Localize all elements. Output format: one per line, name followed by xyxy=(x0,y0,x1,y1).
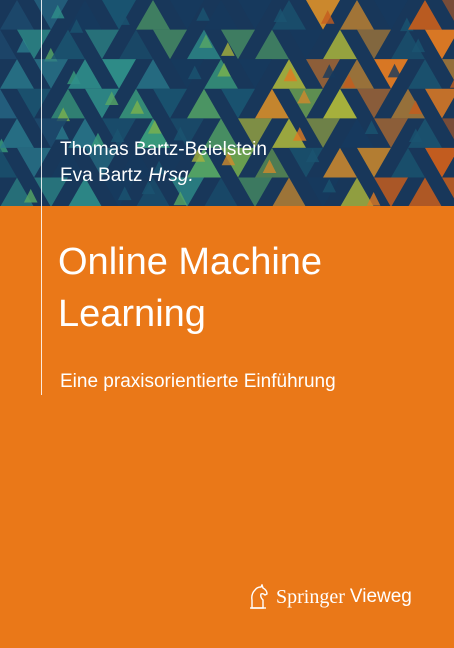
pattern-triangle xyxy=(85,29,119,60)
pattern-triangle xyxy=(272,177,306,206)
pattern-triangle xyxy=(136,0,170,30)
pattern-triangle xyxy=(306,0,340,30)
pattern-triangle xyxy=(34,59,68,89)
title-line: Online Machine xyxy=(58,241,323,283)
pattern-triangle xyxy=(0,118,34,148)
pattern-triangle xyxy=(34,0,68,30)
pattern-triangle xyxy=(442,177,454,199)
pattern-triangle xyxy=(289,29,323,60)
pattern-triangle xyxy=(51,29,85,60)
publisher-logo: Springer Vieweg xyxy=(248,584,412,610)
pattern-triangle xyxy=(255,29,289,60)
pattern-triangle xyxy=(323,88,357,119)
author-name: Eva Bartz xyxy=(60,165,143,186)
pattern-triangle xyxy=(0,29,17,60)
pattern-triangle xyxy=(238,0,272,30)
pattern-triangle xyxy=(442,118,454,140)
pattern-triangle xyxy=(204,0,238,30)
pattern-triangle xyxy=(153,88,187,119)
pattern-triangle xyxy=(340,0,374,30)
book-subtitle: Eine praxisorientierte Einführung xyxy=(60,371,336,392)
book-title: Online Machine Learning xyxy=(58,236,322,340)
book-cover: Thomas Bartz-Beielstein Eva Bartz Hrsg. O… xyxy=(0,0,454,648)
pattern-triangle xyxy=(391,147,425,178)
pattern-triangle xyxy=(17,147,51,178)
pattern-triangle xyxy=(425,29,454,60)
springer-horse-icon xyxy=(250,584,268,609)
pattern-triangle xyxy=(51,88,85,119)
author-name: Thomas Bartz-Beielstein xyxy=(60,139,267,160)
pattern-triangle xyxy=(0,0,34,30)
pattern-triangle xyxy=(17,88,51,119)
pattern-triangle xyxy=(102,59,136,89)
publisher-imprint: Vieweg xyxy=(349,586,412,607)
pattern-triangle xyxy=(323,147,357,178)
pattern-triangle xyxy=(425,147,454,178)
title-line: Learning xyxy=(58,293,206,335)
pattern-triangle xyxy=(408,177,442,206)
pattern-triangle xyxy=(221,88,255,119)
pattern-triangle xyxy=(0,147,17,178)
pattern-triangle xyxy=(408,0,442,30)
pattern-triangle xyxy=(364,120,379,135)
pattern-triangle xyxy=(408,118,442,148)
pattern-triangle xyxy=(289,147,323,178)
pattern-triangle xyxy=(255,88,289,119)
pattern-triangle xyxy=(442,0,454,21)
pattern-triangle xyxy=(374,0,408,30)
pattern-triangle xyxy=(306,118,340,148)
pattern-triangle xyxy=(323,29,357,60)
pattern-triangle xyxy=(425,88,454,119)
pattern-triangle xyxy=(0,88,17,119)
pattern-triangle xyxy=(187,88,221,119)
author-block: Thomas Bartz-Beielstein Eva Bartz Hrsg. xyxy=(60,137,267,189)
pattern-triangle xyxy=(289,88,323,119)
author-name-line: Eva Bartz Hrsg. xyxy=(60,163,267,189)
pattern-triangle xyxy=(68,0,102,30)
pattern-triangle xyxy=(102,0,136,30)
pattern-triangle xyxy=(357,29,391,60)
pattern-triangle xyxy=(374,177,408,206)
pattern-triangle xyxy=(119,29,153,60)
pattern-triangle xyxy=(136,59,170,89)
pattern-triangle xyxy=(408,59,442,89)
pattern-triangle xyxy=(272,0,306,30)
editor-tag: Hrsg. xyxy=(148,165,194,186)
pattern-triangle xyxy=(357,147,391,178)
pattern-triangle xyxy=(357,88,391,119)
pattern-triangle xyxy=(153,29,187,60)
pattern-triangle xyxy=(170,0,204,30)
vertical-rule xyxy=(41,0,42,395)
pattern-triangle xyxy=(0,59,34,89)
pattern-triangle xyxy=(374,118,408,148)
pattern-triangle xyxy=(306,59,340,89)
pattern-triangle xyxy=(238,59,272,89)
publisher-brand: Springer xyxy=(276,585,345,608)
